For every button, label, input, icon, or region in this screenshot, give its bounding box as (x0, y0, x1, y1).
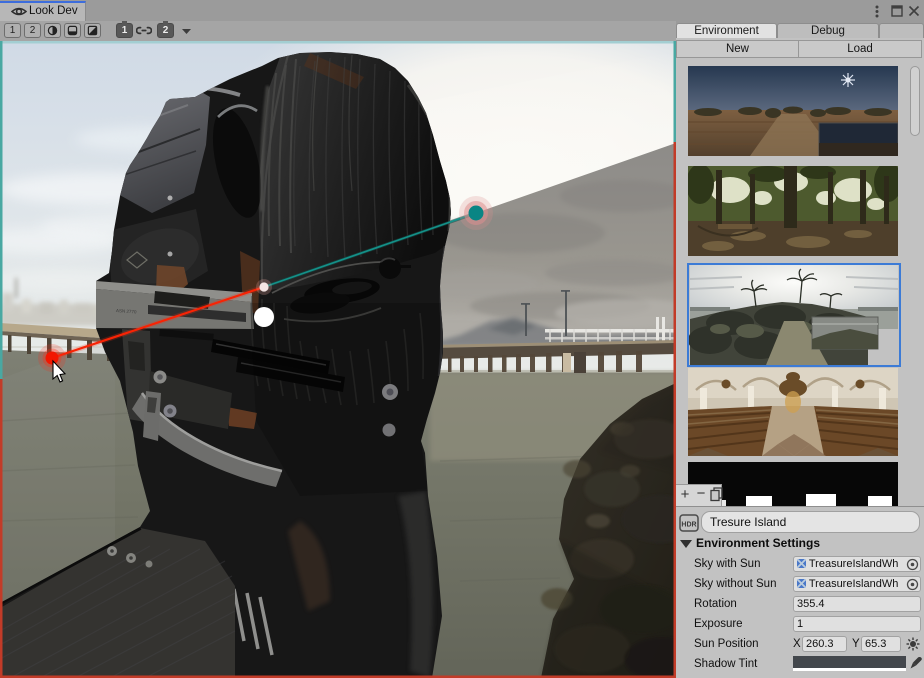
svg-text:HDR: HDR (681, 522, 696, 529)
